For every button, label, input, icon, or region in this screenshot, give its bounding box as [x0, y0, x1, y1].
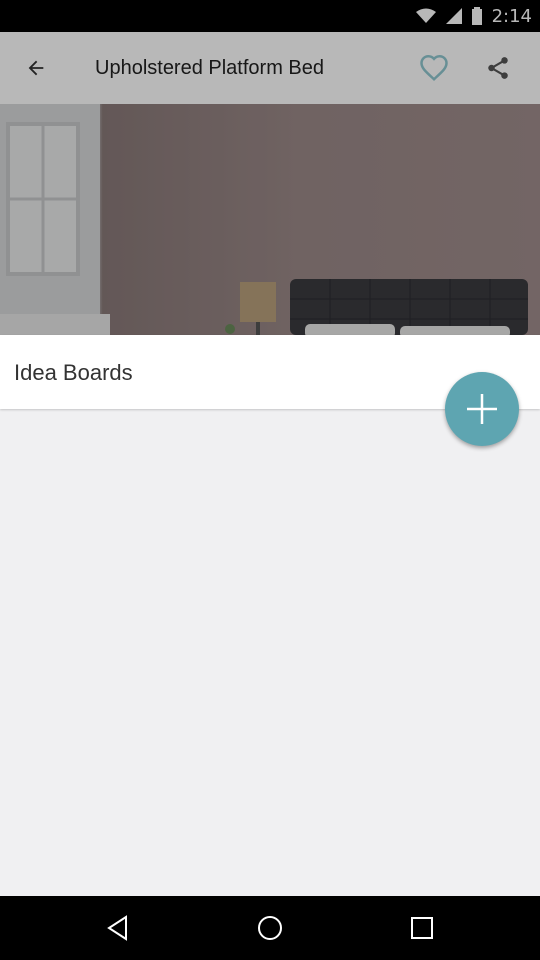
- add-idea-board-button[interactable]: [445, 372, 519, 446]
- status-time: 2:14: [491, 5, 532, 27]
- product-image: [0, 104, 540, 335]
- favorite-button[interactable]: [406, 32, 462, 104]
- nav-home-button[interactable]: [230, 896, 310, 960]
- status-icons: 2:14: [415, 0, 532, 32]
- system-nav-bar: [0, 896, 540, 960]
- share-icon: [488, 57, 508, 79]
- battery-icon: [471, 7, 482, 25]
- heart-icon: [420, 54, 448, 81]
- nav-recents-icon: [411, 917, 433, 939]
- nav-back-button[interactable]: [78, 896, 158, 960]
- nav-back-icon: [107, 915, 127, 941]
- wifi-icon: [415, 8, 436, 23]
- back-button[interactable]: [8, 32, 64, 104]
- sheet-title: Idea Boards: [14, 360, 133, 385]
- nav-home-icon: [258, 916, 282, 940]
- bedroom-illustration: [0, 104, 528, 335]
- plus-icon: [467, 394, 497, 424]
- signal-icon: [445, 8, 462, 24]
- share-button[interactable]: [470, 32, 526, 104]
- status-bar: 2:14: [0, 0, 540, 32]
- nav-recents-button[interactable]: [382, 896, 462, 960]
- back-arrow-icon: [28, 60, 44, 76]
- app-bar: Upholstered Platform Bed: [0, 32, 540, 105]
- page-title: Upholstered Platform Bed: [95, 57, 325, 79]
